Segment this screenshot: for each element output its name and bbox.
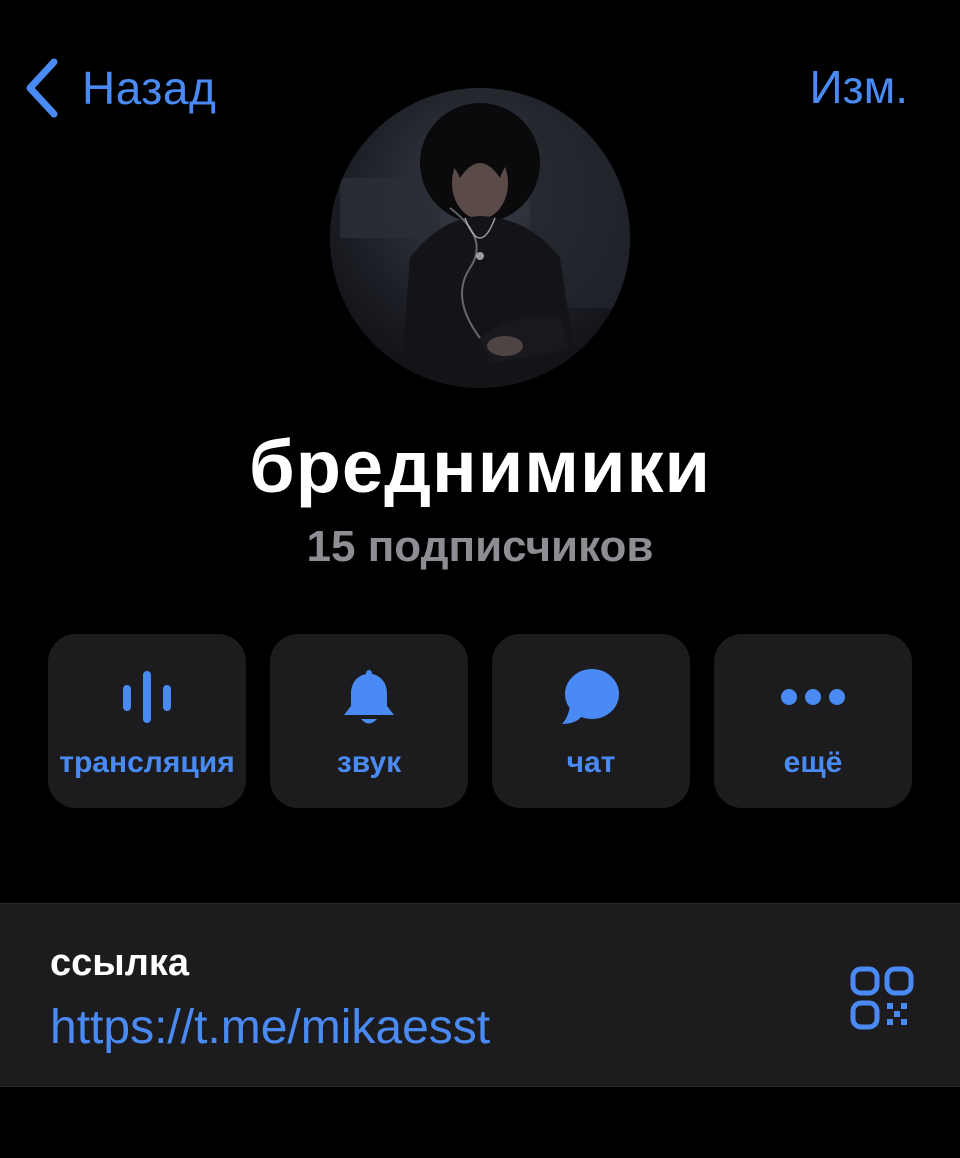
channel-link[interactable]: https://t.me/mikaesst <box>50 1000 490 1055</box>
back-label: Назад <box>82 62 217 114</box>
channel-name: бреднимики <box>249 425 711 508</box>
bell-icon <box>270 664 468 730</box>
broadcast-button[interactable]: трансляция <box>48 634 246 808</box>
broadcast-icon <box>48 664 246 730</box>
chat-button[interactable]: чат <box>492 634 690 808</box>
chevron-left-icon <box>26 58 58 118</box>
more-label: ещё <box>783 746 843 779</box>
avatar-image <box>330 88 630 388</box>
broadcast-label: трансляция <box>59 746 235 779</box>
channel-profile-screen: Назад Изм. бреднимики 15 подписчиков тра… <box>0 0 960 1158</box>
sound-button[interactable]: звук <box>270 634 468 808</box>
back-button[interactable]: Назад <box>22 56 216 120</box>
link-caption: ссылка <box>50 942 190 984</box>
link-section: ссылка https://t.me/mikaesst <box>0 903 960 1087</box>
subscriber-count: 15 подписчиков <box>306 522 654 571</box>
more-dots-icon <box>714 664 912 730</box>
sound-label: звук <box>336 746 402 779</box>
qr-code-icon[interactable] <box>850 966 914 1030</box>
edit-button[interactable]: Изм. <box>809 60 908 114</box>
action-buttons: трансляция звук чат ещё <box>48 634 912 808</box>
channel-avatar[interactable] <box>330 88 630 388</box>
more-button[interactable]: ещё <box>714 634 912 808</box>
chat-bubble-icon <box>492 664 690 730</box>
chat-label: чат <box>566 746 616 779</box>
